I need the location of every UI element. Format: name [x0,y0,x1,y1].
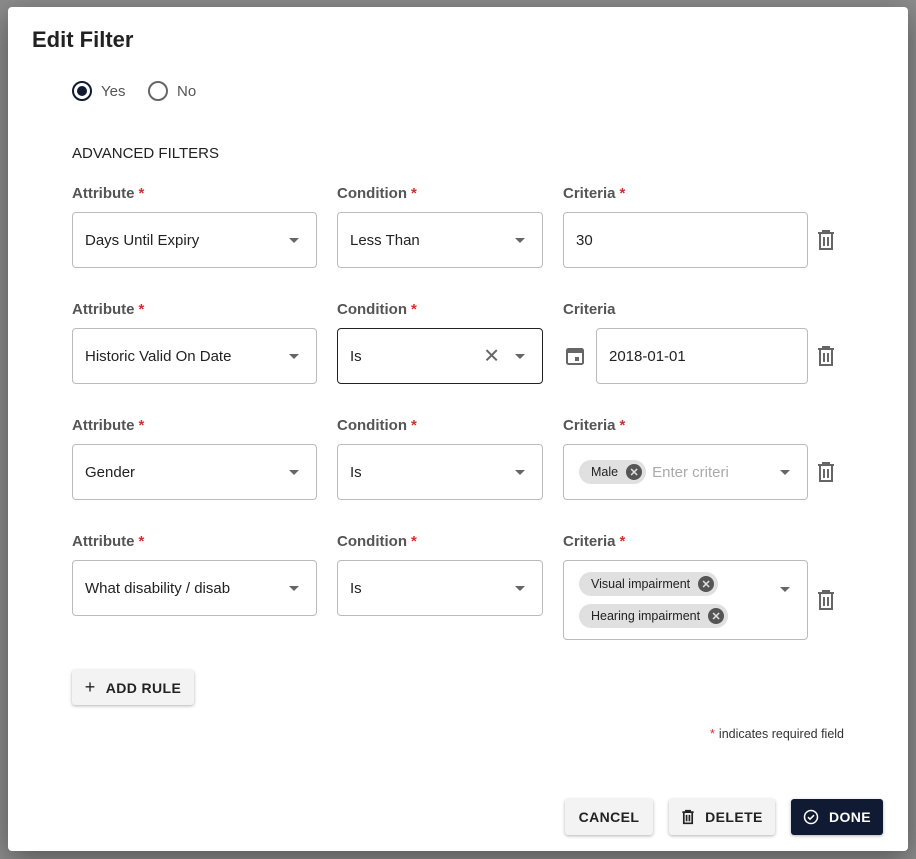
edit-filter-dialog: Edit Filter Yes No ADVANCED FILTERS Attr… [8,7,908,851]
delete-button[interactable]: DELETE [669,799,775,835]
cancel-button[interactable]: CANCEL [565,799,653,835]
plus-icon: + [84,677,96,697]
chip-remove-icon[interactable]: ✕ [626,464,643,480]
dropdown-arrow-icon [289,470,299,475]
radio-label: Yes [101,82,126,100]
dropdown-arrow-icon [289,354,299,359]
trash-icon [682,809,694,825]
attribute-label: Attribute * [72,533,145,550]
condition-select[interactable]: Is [337,444,543,500]
trash-icon[interactable] [816,229,836,251]
trash-icon[interactable] [816,461,836,483]
dialog-title: Edit Filter [32,27,134,52]
attribute-label: Attribute * [72,185,145,202]
attribute-label: Attribute * [72,301,145,318]
criteria-label: Criteria * [563,417,626,434]
dropdown-arrow-icon [780,470,790,475]
attribute-select[interactable]: Historic Valid On Date [72,328,317,384]
radio-unselected-icon [148,81,168,101]
condition-label: Condition * [337,533,417,550]
chip-visual-impairment: Visual impairment ✕ [579,572,719,596]
condition-label: Condition * [337,417,417,434]
dropdown-arrow-icon [515,238,525,243]
criteria-multiselect[interactable]: Male ✕ Enter criteri [563,444,808,500]
check-circle-icon [803,809,819,825]
radio-label: No [177,82,197,100]
criteria-multiselect[interactable]: Visual impairment ✕ Hearing impairment ✕ [563,560,808,640]
add-rule-button[interactable]: + ADD RULE [72,670,194,705]
section-title: ADVANCED FILTERS [72,145,219,162]
clear-icon[interactable]: ✕ [483,344,500,369]
condition-select[interactable]: Less Than [337,212,543,268]
attribute-select[interactable]: Gender [72,444,317,500]
criteria-label: Criteria [563,301,616,318]
condition-select[interactable]: Is [337,560,543,616]
dropdown-arrow-icon [515,354,525,359]
attribute-select[interactable]: What disability / disab [72,560,317,616]
calendar-icon[interactable] [565,346,585,366]
criteria-label: Criteria * [563,533,626,550]
dropdown-arrow-icon [515,470,525,475]
condition-label: Condition * [337,185,417,202]
radio-no[interactable]: No [148,81,196,101]
radio-selected-icon [72,81,92,101]
required-note: * indicates required field [710,727,844,741]
condition-select[interactable]: Is ✕ [337,328,543,384]
trash-icon[interactable] [816,589,836,611]
dropdown-arrow-icon [289,586,299,591]
trash-icon[interactable] [816,345,836,367]
criteria-input[interactable]: 30 [563,212,808,268]
criteria-placeholder[interactable]: Enter criteri [652,464,729,481]
dropdown-arrow-icon [780,587,790,592]
attribute-label: Attribute * [72,417,145,434]
chip-remove-icon[interactable]: ✕ [708,608,725,624]
condition-label: Condition * [337,301,417,318]
chip-remove-icon[interactable]: ✕ [698,576,715,592]
dropdown-arrow-icon [515,586,525,591]
criteria-label: Criteria * [563,185,626,202]
radio-yes[interactable]: Yes [72,81,125,101]
done-button[interactable]: DONE [791,799,883,835]
chip-hearing-impairment: Hearing impairment ✕ [579,604,729,628]
dropdown-arrow-icon [289,238,299,243]
attribute-select[interactable]: Days Until Expiry [72,212,317,268]
chip-male: Male ✕ [579,460,647,484]
date-input[interactable]: 2018-01-01 [596,328,808,384]
